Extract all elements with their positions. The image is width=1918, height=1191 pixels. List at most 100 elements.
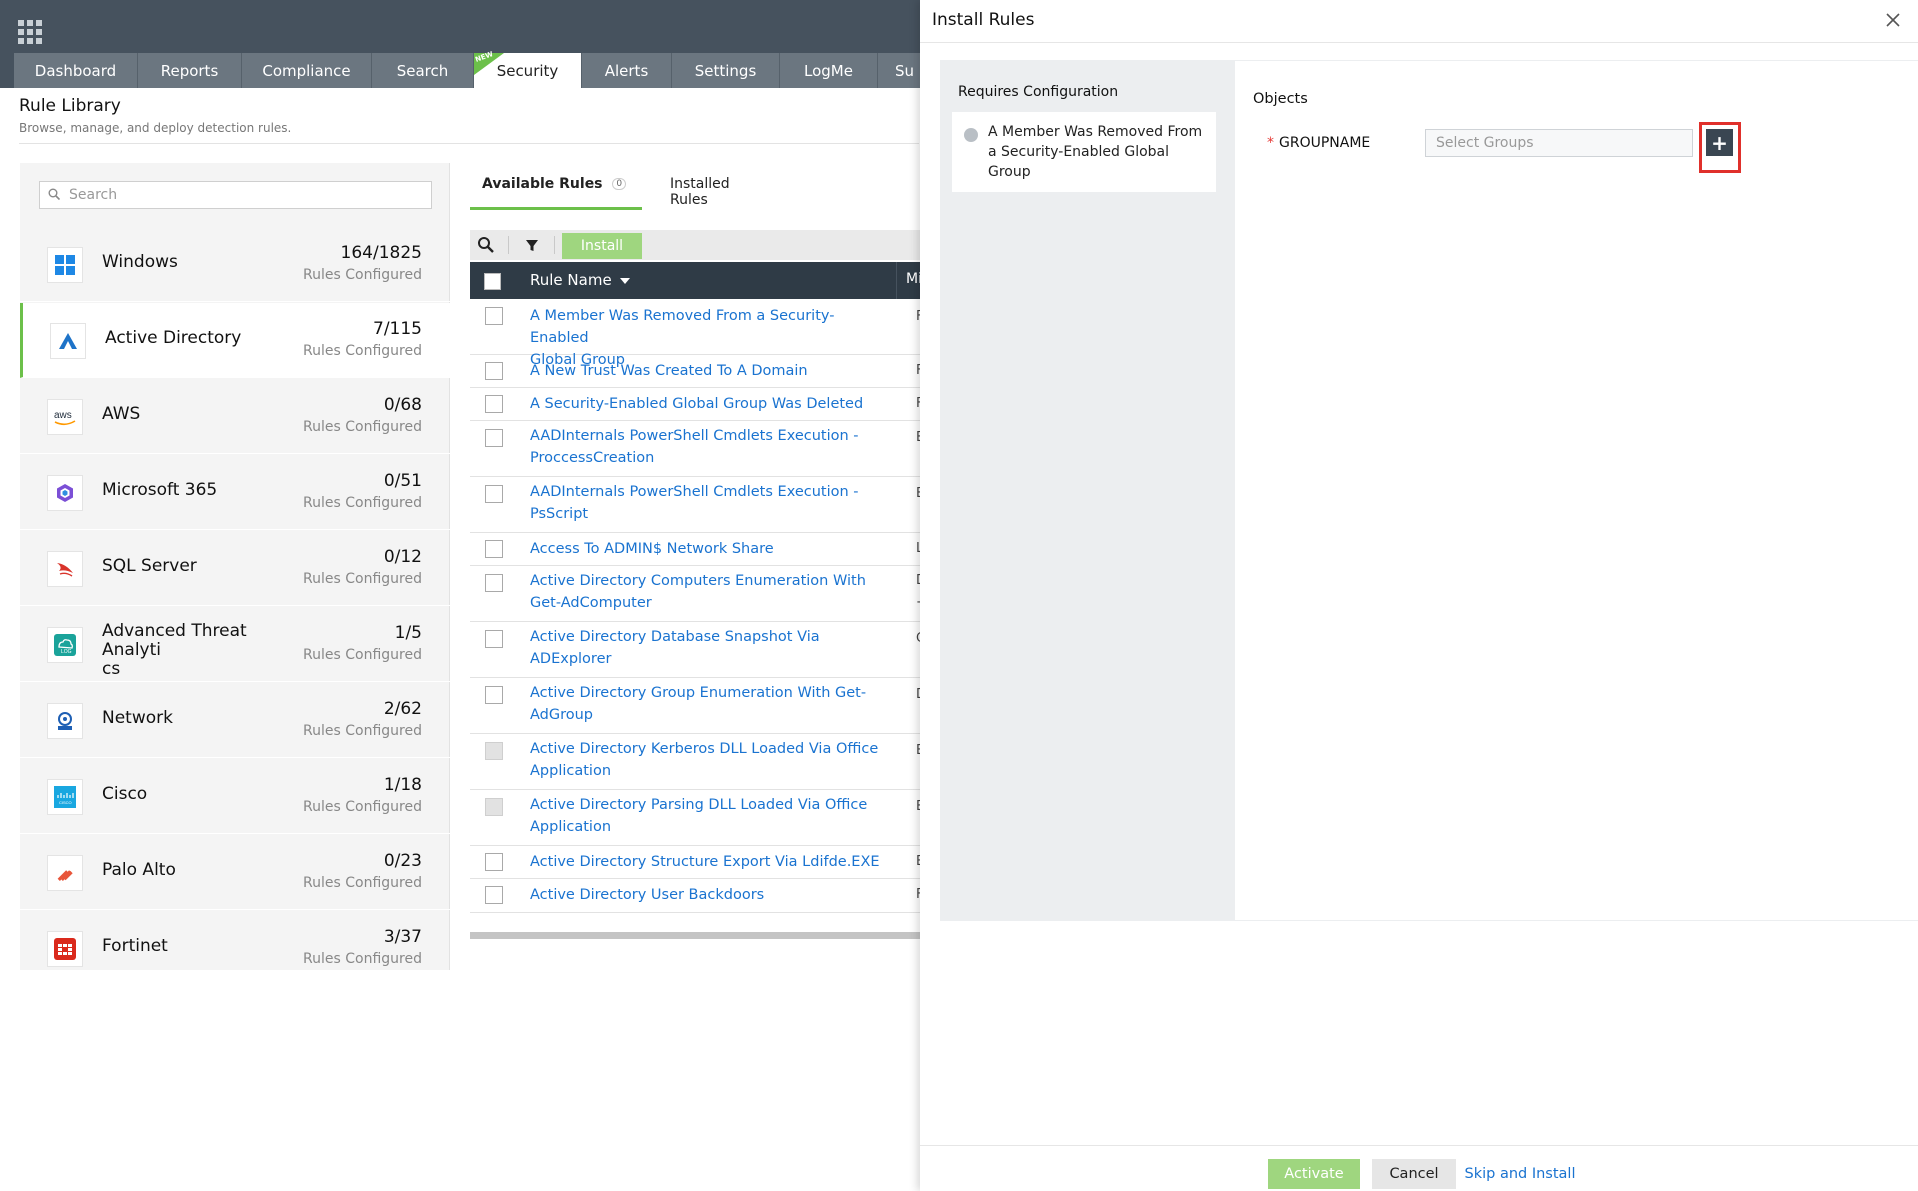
select-groups-input[interactable]: Select Groups — [1425, 129, 1693, 157]
skip-and-install-link[interactable]: Skip and Install — [1464, 1159, 1576, 1189]
category-name: Cisco — [102, 784, 148, 804]
tab-logme[interactable]: LogMe — [780, 53, 878, 88]
main-tabs: Dashboard Reports Compliance Search NEW … — [14, 50, 932, 88]
category-item-cisco[interactable]: CISCO Cisco 1/18 Rules Configured — [20, 759, 450, 834]
rule-link-line2: Application — [530, 819, 612, 835]
category-item-microsoft-365[interactable]: Microsoft 365 0/51 Rules Configured — [20, 455, 450, 530]
rule-link[interactable]: AADInternals PowerShell Cmdlets Executio… — [530, 481, 890, 525]
category-name: Windows — [102, 252, 178, 272]
category-item-network[interactable]: Network 2/62 Rules Configured — [20, 683, 450, 758]
tab-security[interactable]: NEW Security — [474, 50, 582, 88]
active-directory-icon — [50, 323, 86, 359]
dialog-body: Requires Configuration A Member Was Remo… — [940, 60, 1918, 921]
category-count: 164/1825 — [340, 243, 422, 263]
microsoft-365-icon — [47, 475, 83, 511]
rule-link-line1: AADInternals PowerShell Cmdlets Executio… — [530, 428, 859, 444]
rule-link[interactable]: Active Directory Computers Enumeration W… — [530, 570, 890, 614]
rule-link[interactable]: Active Directory Group Enumeration With … — [530, 682, 890, 726]
row-checkbox[interactable] — [485, 395, 503, 413]
category-item-active-directory[interactable]: Active Directory 7/115 Rules Configured — [20, 303, 450, 378]
category-name: Advanced Threat Analyti cs — [102, 622, 302, 679]
category-item-palo-alto[interactable]: Palo Alto 0/23 Rules Configured — [20, 835, 450, 910]
row-checkbox[interactable] — [485, 630, 503, 648]
rule-link[interactable]: Active Directory Parsing DLL Loaded Via … — [530, 794, 890, 838]
required-asterisk: * — [1267, 135, 1274, 151]
category-sub: Rules Configured — [303, 571, 422, 587]
tab-reports[interactable]: Reports — [138, 53, 242, 88]
tab-installed-rules[interactable]: Installed Rules — [670, 176, 730, 210]
activate-button[interactable]: Activate — [1268, 1159, 1360, 1189]
select-all-checkbox[interactable] — [484, 273, 501, 290]
row-checkbox[interactable] — [485, 574, 503, 592]
row-checkbox[interactable] — [485, 686, 503, 704]
rule-link-line1: A Member Was Removed From a Security-Ena… — [530, 308, 835, 346]
category-panel: Search Windows 164/1825 Rules Configured… — [20, 163, 450, 986]
category-sub: Rules Configured — [303, 799, 422, 815]
row-checkbox-disabled — [485, 742, 503, 760]
objects-heading: Objects — [1253, 91, 1308, 107]
tab-search[interactable]: Search — [372, 53, 474, 88]
row-checkbox[interactable] — [485, 540, 503, 558]
groupname-label-text: GROUPNAME — [1279, 135, 1371, 151]
close-icon[interactable] — [1883, 10, 1903, 30]
category-item-sql-server[interactable]: SQL Server 0/12 Rules Configured — [20, 531, 450, 606]
row-checkbox[interactable] — [485, 307, 503, 325]
rule-link[interactable]: Active Directory Kerberos DLL Loaded Via… — [530, 738, 890, 782]
search-icon — [48, 188, 60, 200]
search-placeholder: Search — [69, 187, 118, 203]
install-rules-dialog: Install Rules Requires Configuration A M… — [920, 0, 1918, 1191]
rule-link-line2: AdGroup — [530, 707, 594, 723]
category-sub: Rules Configured — [303, 267, 422, 283]
table-row: Access To ADMIN$ Network Share L — [470, 533, 923, 566]
requires-configuration-item[interactable]: A Member Was Removed From a Security-Ena… — [952, 112, 1216, 192]
search-filter-icon[interactable] — [476, 235, 496, 255]
category-name: Network — [102, 708, 173, 728]
row-checkbox[interactable] — [485, 362, 503, 380]
svg-text:LOG: LOG — [61, 649, 72, 655]
install-button[interactable]: Install — [562, 233, 642, 259]
category-item-windows[interactable]: Windows 164/1825 Rules Configured — [20, 227, 450, 302]
rule-link[interactable]: Access To ADMIN$ Network Share — [530, 538, 890, 560]
category-item-fortinet[interactable]: Fortinet 3/37 Rules Configured — [20, 911, 450, 986]
rule-link-line1: Active Directory Computers Enumeration W… — [530, 573, 866, 589]
tab-compliance[interactable]: Compliance — [242, 53, 372, 88]
category-item-aws[interactable]: aws AWS 0/68 Rules Configured — [20, 379, 450, 454]
category-sub: Rules Configured — [303, 951, 422, 967]
windows-icon — [47, 247, 83, 283]
rule-link[interactable]: AADInternals PowerShell Cmdlets Executio… — [530, 425, 890, 469]
rule-link[interactable]: A Security-Enabled Global Group Was Dele… — [530, 393, 890, 415]
row-checkbox[interactable] — [485, 886, 503, 904]
category-name: Microsoft 365 — [102, 480, 218, 500]
category-item-advanced-threat-analytics[interactable]: LOG Advanced Threat Analyti cs 1/5 Rules… — [20, 607, 450, 682]
rule-link[interactable]: Active Directory Structure Export Via Ld… — [530, 851, 890, 873]
row-checkbox[interactable] — [485, 429, 503, 447]
rule-link-line1: Active Directory Database Snapshot Via — [530, 629, 820, 645]
category-count: 7/115 — [373, 319, 422, 339]
horizontal-scrollbar[interactable] — [470, 932, 920, 939]
requires-item-line2: a Security-Enabled Global — [988, 144, 1170, 160]
column-rule-name[interactable]: Rule Name — [530, 271, 630, 289]
tab-alerts[interactable]: Alerts — [582, 53, 672, 88]
available-count-badge: 0 — [612, 178, 627, 190]
row-checkbox[interactable] — [485, 853, 503, 871]
app-launcher-icon[interactable] — [18, 20, 42, 44]
rule-link[interactable]: Active Directory User Backdoors — [530, 884, 890, 906]
rule-link[interactable]: A New Trust Was Created To A Domain — [530, 360, 890, 382]
column-divider — [896, 262, 897, 299]
ata-icon: LOG — [47, 627, 83, 663]
requires-item-line3: Group — [988, 164, 1031, 180]
rule-link-line1: AADInternals PowerShell Cmdlets Executio… — [530, 484, 859, 500]
category-search-input[interactable]: Search — [39, 181, 432, 209]
category-count: 2/62 — [383, 699, 422, 719]
dialog-header-divider — [920, 42, 1918, 43]
tab-settings[interactable]: Settings — [672, 53, 780, 88]
row-checkbox[interactable] — [485, 485, 503, 503]
category-sub: Rules Configured — [303, 647, 422, 663]
filter-icon[interactable] — [522, 235, 542, 255]
tab-available-rules[interactable]: Available Rules 0 — [470, 176, 642, 210]
cancel-button[interactable]: Cancel — [1372, 1159, 1456, 1189]
rules-toolbar: Install — [470, 230, 920, 260]
tab-dashboard[interactable]: Dashboard — [14, 53, 138, 88]
requires-item-line1: A Member Was Removed From — [988, 124, 1203, 140]
rule-link[interactable]: Active Directory Database Snapshot Via AD… — [530, 626, 890, 670]
